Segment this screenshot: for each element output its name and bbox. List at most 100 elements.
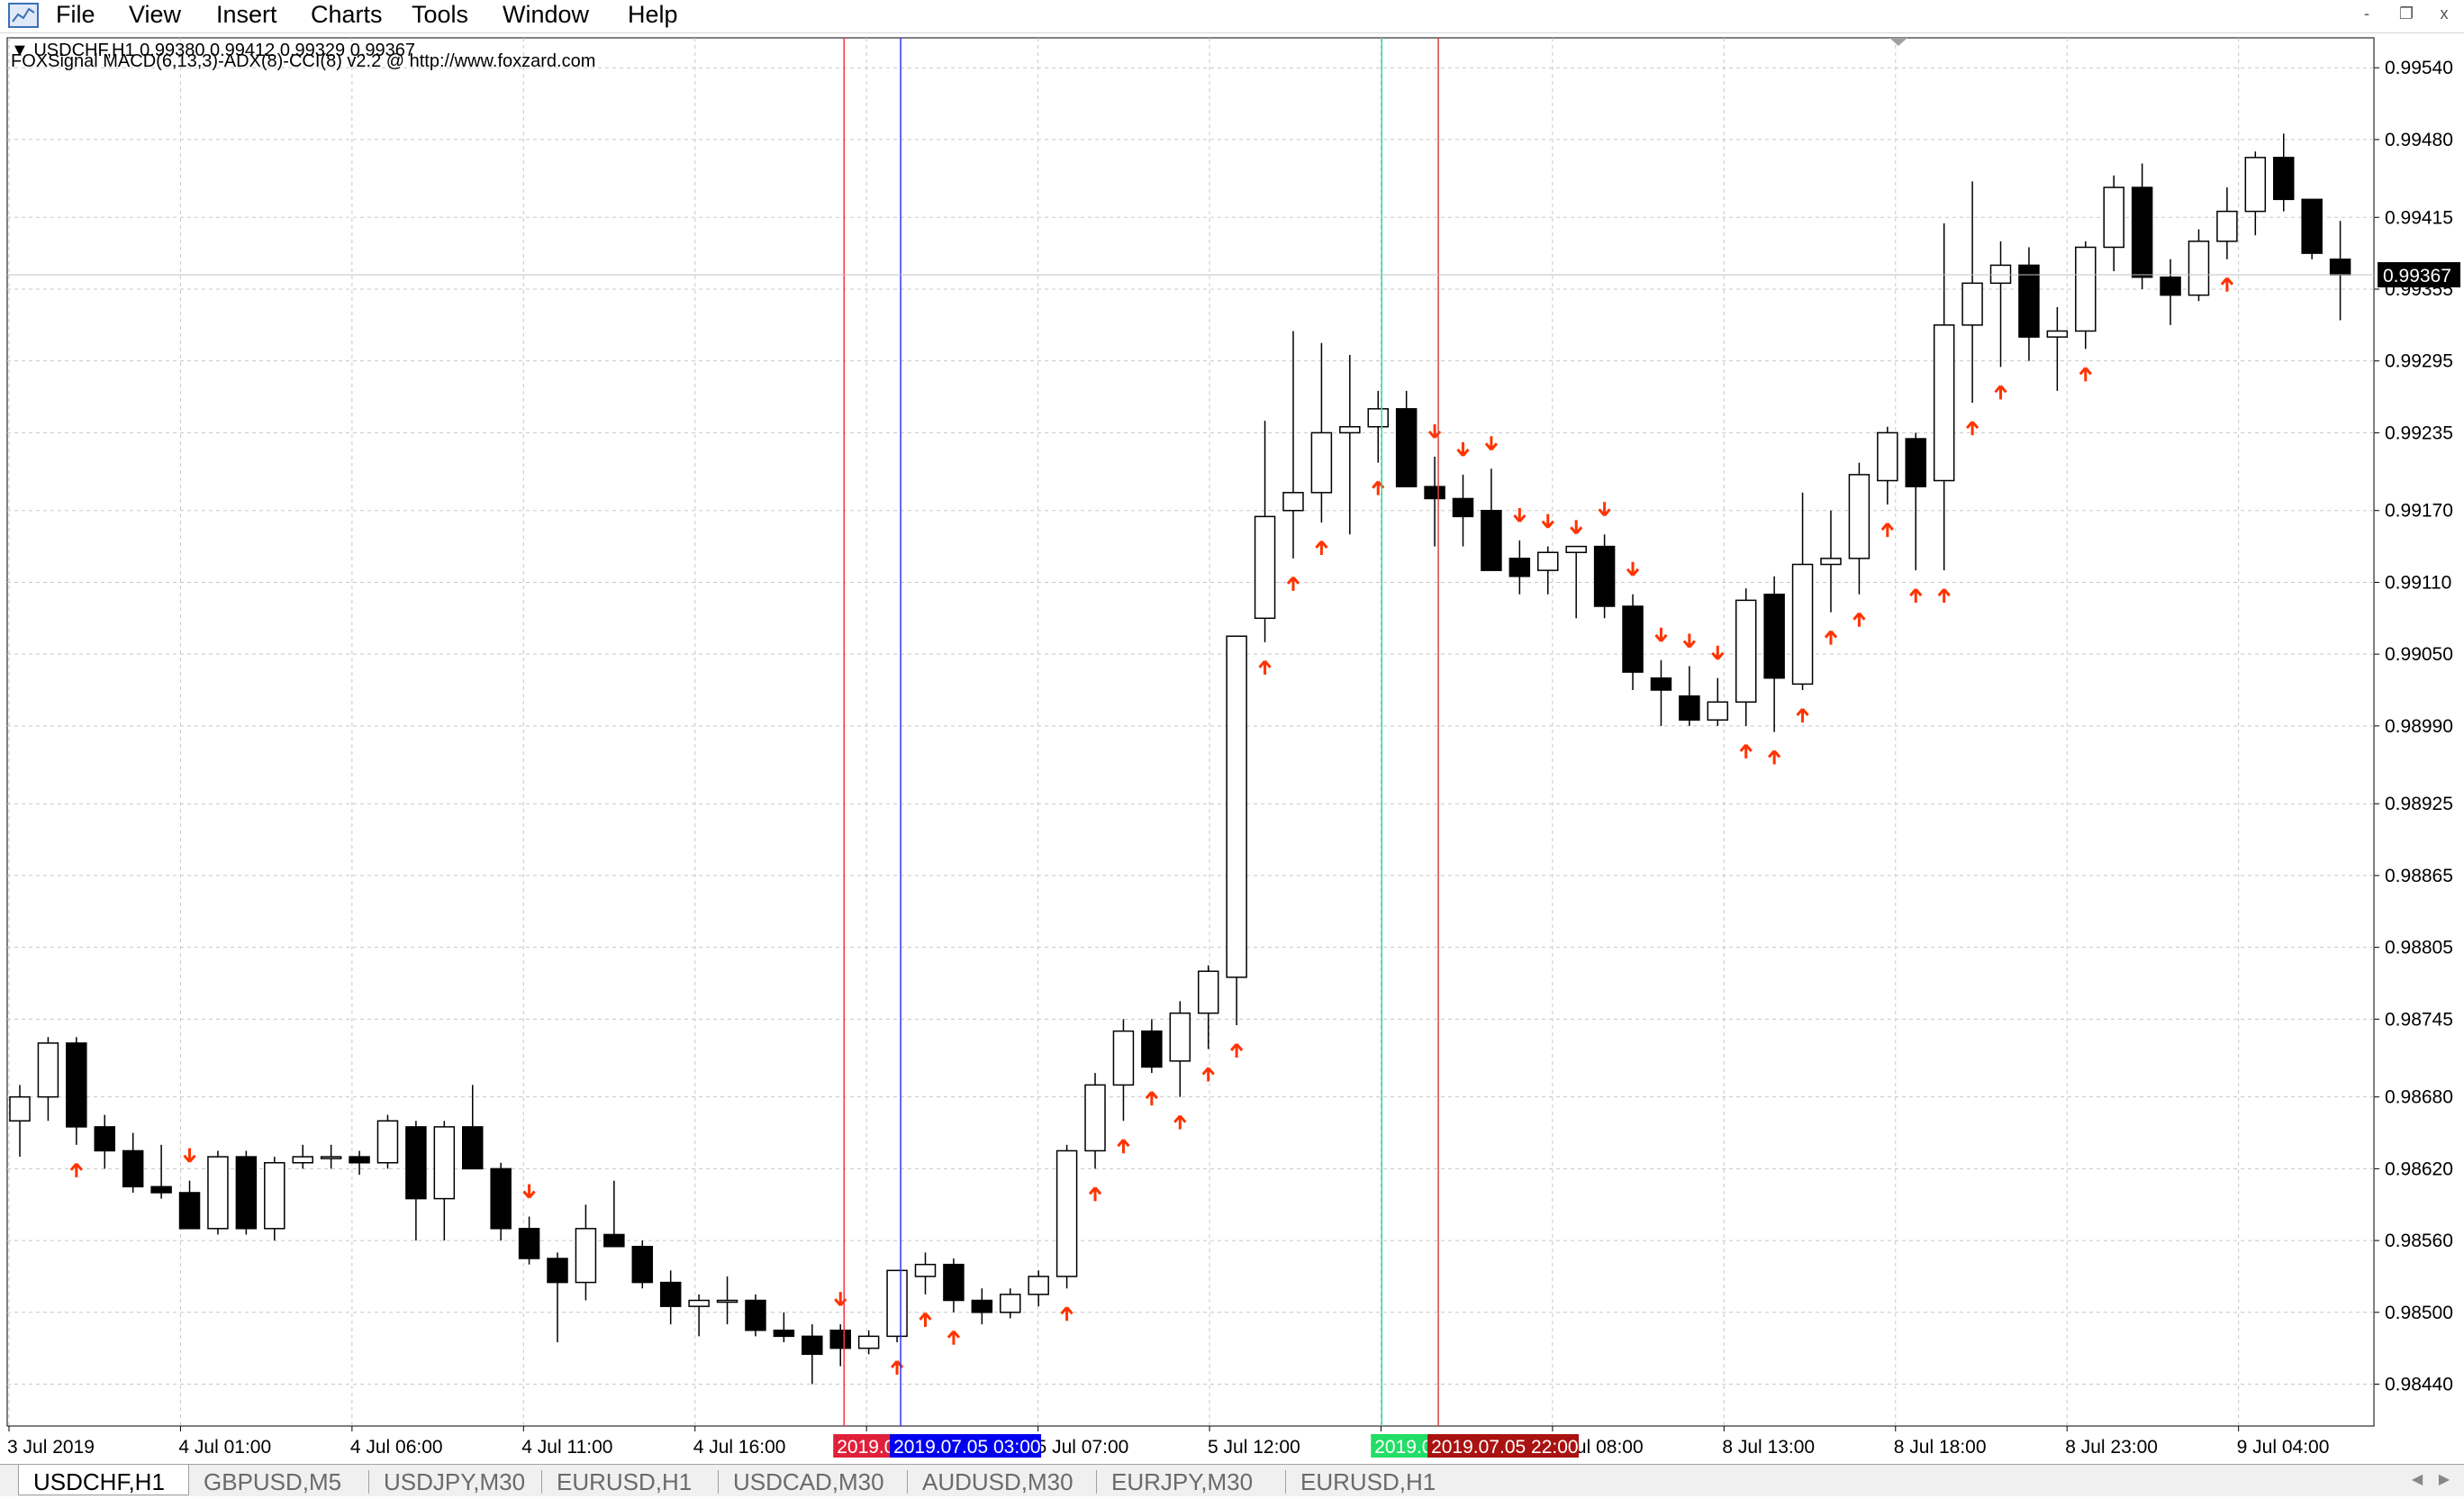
candle (349, 1156, 370, 1164)
candle (1650, 677, 1672, 691)
x-tick-label: 8 Jul 18:00 (1894, 1437, 1987, 1458)
candle (1452, 497, 1474, 518)
menu-help[interactable]: Help (628, 0, 678, 32)
close-button[interactable]: x (2426, 2, 2462, 29)
x-tick-label: 4 Jul 01:00 (178, 1437, 271, 1458)
menu-window[interactable]: Window (503, 0, 589, 32)
candle (1028, 1276, 1049, 1295)
candle (1905, 438, 1927, 487)
y-tick-label: 0.98560 (2385, 1231, 2453, 1251)
buy-arrow-icon (1965, 421, 1979, 436)
chart-tab[interactable]: GBPUSD,M5 (189, 1465, 369, 1495)
chart-tab[interactable]: EURUSD,H1 (1286, 1465, 1452, 1495)
price-chart[interactable]: 0.995400.994800.994150.993550.992950.992… (0, 33, 2464, 1464)
candle (1679, 695, 1700, 721)
chart-tab[interactable]: USDCAD,M30 (719, 1465, 908, 1495)
x-tick-label: 5 Jul 12:00 (1208, 1437, 1300, 1458)
candle (802, 1335, 823, 1356)
candle (1707, 701, 1729, 721)
candle (688, 1299, 710, 1307)
marker-time-label: 2019.07.05 22:00 (1431, 1437, 1579, 1458)
candle (2131, 186, 2153, 278)
candle (264, 1161, 285, 1230)
y-tick-label: 0.99235 (2385, 422, 2453, 443)
chart-shift-icon[interactable] (1889, 38, 1907, 46)
candle (2018, 264, 2040, 338)
menu-tools[interactable]: Tools (412, 0, 468, 32)
candle (1254, 515, 1276, 620)
y-tick-label: 0.99170 (2385, 501, 2453, 522)
candle (1791, 563, 1814, 686)
app-icon[interactable] (7, 2, 40, 29)
candle (1424, 486, 1445, 500)
candle (2075, 246, 2097, 332)
buy-arrow-icon (1937, 588, 1951, 604)
buy-arrow-icon (1201, 1067, 1215, 1082)
candle (971, 1299, 993, 1313)
candle (1848, 474, 1871, 559)
candle (1226, 635, 1247, 978)
chart-tab[interactable]: AUDUSD,M30 (908, 1465, 1097, 1495)
candle (1537, 551, 1559, 571)
x-tick-label: 4 Jul 11:00 (521, 1437, 612, 1458)
candle (857, 1335, 880, 1349)
scroll-right-icon[interactable]: ▶ (2433, 1468, 2455, 1492)
menu-view[interactable]: View (129, 0, 181, 32)
menu-file[interactable]: File (56, 0, 95, 32)
candle (376, 1120, 399, 1164)
buy-arrow-icon (1286, 576, 1300, 591)
candle (207, 1156, 229, 1230)
buy-arrow-icon (1853, 612, 1866, 627)
y-tick-label: 0.98620 (2385, 1158, 2453, 1179)
sell-arrow-icon (1598, 502, 1611, 517)
buy-arrow-icon (1060, 1306, 1073, 1322)
chart-tab[interactable]: EURJPY,M30 (1097, 1465, 1286, 1495)
menu-insert[interactable]: Insert (216, 0, 277, 32)
candle (1282, 492, 1304, 512)
candle (1481, 509, 1502, 571)
buy-arrow-icon (919, 1312, 932, 1327)
candle (943, 1263, 965, 1302)
candle (2160, 276, 2181, 296)
candle (405, 1126, 427, 1200)
buy-arrow-icon (1739, 743, 1753, 759)
candle (2329, 259, 2351, 276)
candle (1141, 1030, 1163, 1068)
candle (1877, 432, 1898, 482)
y-tick-label: 0.99050 (2385, 644, 2453, 665)
scroll-left-icon[interactable]: ◀ (2406, 1468, 2428, 1492)
candle (178, 1192, 201, 1230)
restore-button[interactable]: ❐ (2388, 2, 2424, 29)
chart-tab[interactable]: USDCHF,H1 (18, 1465, 189, 1495)
minimize-button[interactable]: - (2349, 2, 2385, 29)
sell-arrow-icon (1456, 441, 1470, 457)
buy-arrow-icon (1994, 385, 2007, 400)
y-tick-label: 0.98500 (2385, 1303, 2453, 1323)
chart-tab[interactable]: USDJPY,M30 (369, 1465, 542, 1495)
menu-charts[interactable]: Charts (311, 0, 383, 32)
candle (1310, 432, 1333, 494)
buy-arrow-icon (1796, 708, 1809, 723)
candle (2046, 330, 2069, 338)
candle (886, 1269, 908, 1338)
chart-area[interactable]: 0.99540 0.99480 0.99415 0.99355 0.99295 0.992… (0, 33, 2464, 1464)
candle (1169, 1012, 1191, 1062)
candle (745, 1299, 766, 1331)
candle (235, 1156, 258, 1230)
candle (1565, 545, 1587, 553)
candle (1339, 425, 1361, 434)
candle (2103, 186, 2124, 249)
chart-tab[interactable]: EURUSD,H1 (542, 1465, 719, 1495)
x-tick-label: 3 Jul 2019 (7, 1437, 95, 1458)
menu-bar: File View Insert Charts Tools Window Hel… (0, 0, 2464, 33)
sell-arrow-icon (1711, 645, 1725, 660)
candle (631, 1245, 654, 1284)
candle (914, 1263, 937, 1277)
y-tick-label: 0.99110 (2385, 572, 2451, 593)
y-tick-label: 0.98680 (2385, 1087, 2453, 1108)
candle (150, 1186, 172, 1194)
buy-arrow-icon (1824, 630, 1838, 645)
x-tick-label: 9 Jul 04:00 (2237, 1437, 2330, 1458)
candle (1593, 545, 1616, 607)
candle (1933, 324, 1955, 482)
